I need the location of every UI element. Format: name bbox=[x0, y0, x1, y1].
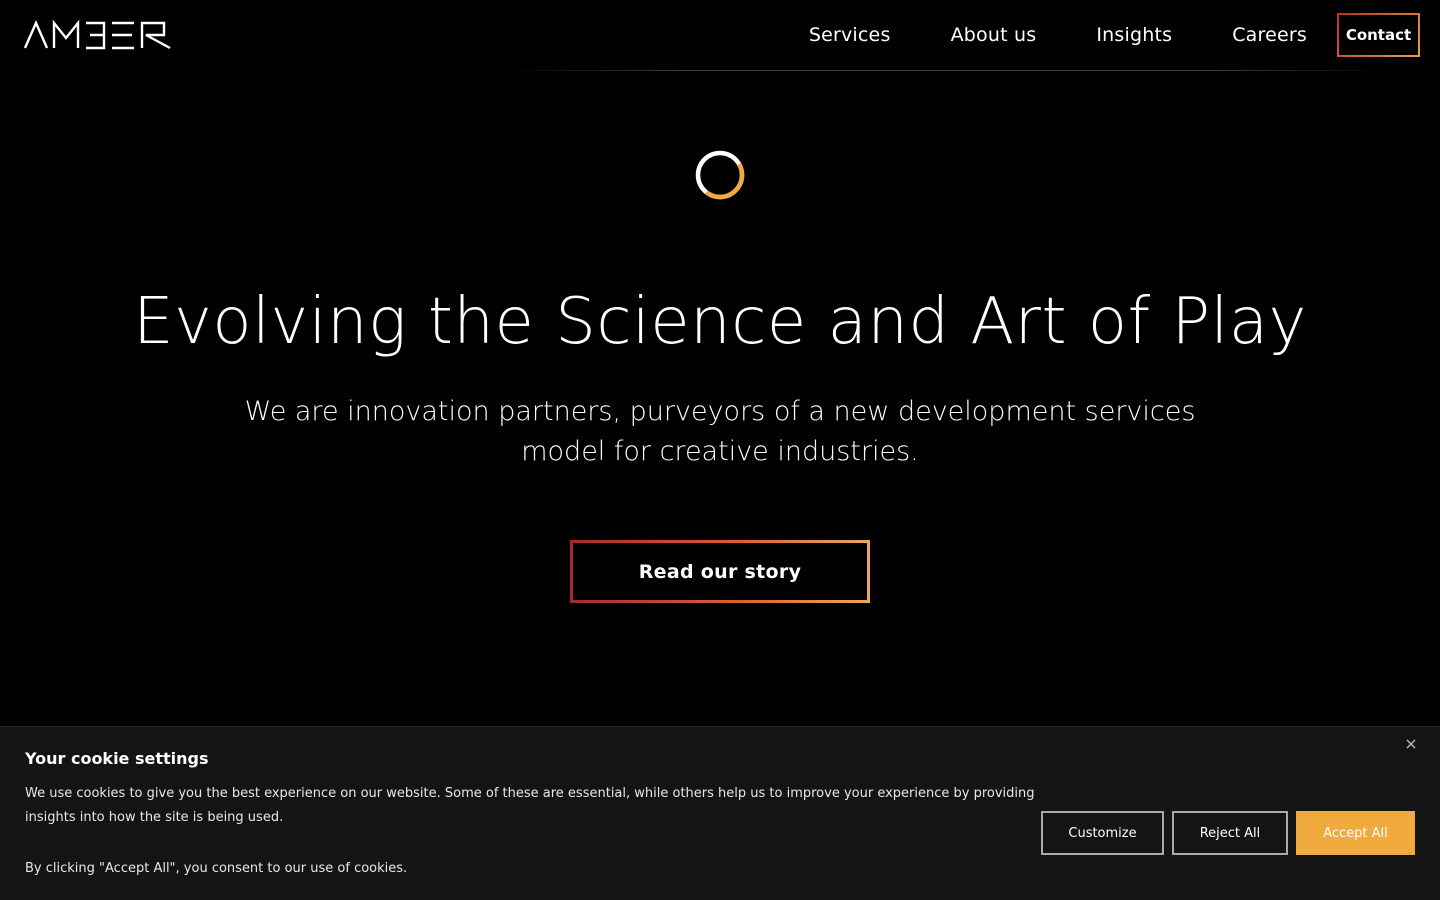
nav-item-about-us[interactable]: About us bbox=[951, 24, 1037, 46]
hero-subtitle: We are innovation partners, purveyors of… bbox=[244, 396, 1196, 467]
nav-item-careers[interactable]: Careers bbox=[1232, 24, 1307, 46]
top-navigation: Services About us Insights Careers Conta… bbox=[0, 0, 1440, 72]
cookie-banner: Your cookie settings We use cookies to g… bbox=[0, 726, 1440, 900]
hero-title: Evolving the Science and Art of Play bbox=[133, 285, 1307, 359]
cookie-consent-note: By clicking "Accept All", you consent to… bbox=[25, 861, 408, 876]
accept-all-button[interactable]: Accept All bbox=[1296, 811, 1415, 855]
cookie-title: Your cookie settings bbox=[25, 749, 209, 768]
contact-button[interactable]: Contact bbox=[1337, 13, 1420, 57]
nav-divider bbox=[505, 70, 1390, 71]
close-icon[interactable] bbox=[1404, 737, 1418, 751]
reject-all-button[interactable]: Reject All bbox=[1172, 811, 1288, 855]
nav-links: Services About us Insights Careers Conta… bbox=[809, 13, 1420, 57]
read-our-story-button[interactable]: Read our story bbox=[570, 540, 870, 603]
nav-item-insights[interactable]: Insights bbox=[1096, 24, 1172, 46]
cookie-description: We use cookies to give you the best expe… bbox=[25, 786, 1035, 825]
nav-item-services[interactable]: Services bbox=[809, 24, 891, 46]
loading-spinner-icon bbox=[695, 150, 745, 200]
customize-button[interactable]: Customize bbox=[1041, 811, 1164, 855]
